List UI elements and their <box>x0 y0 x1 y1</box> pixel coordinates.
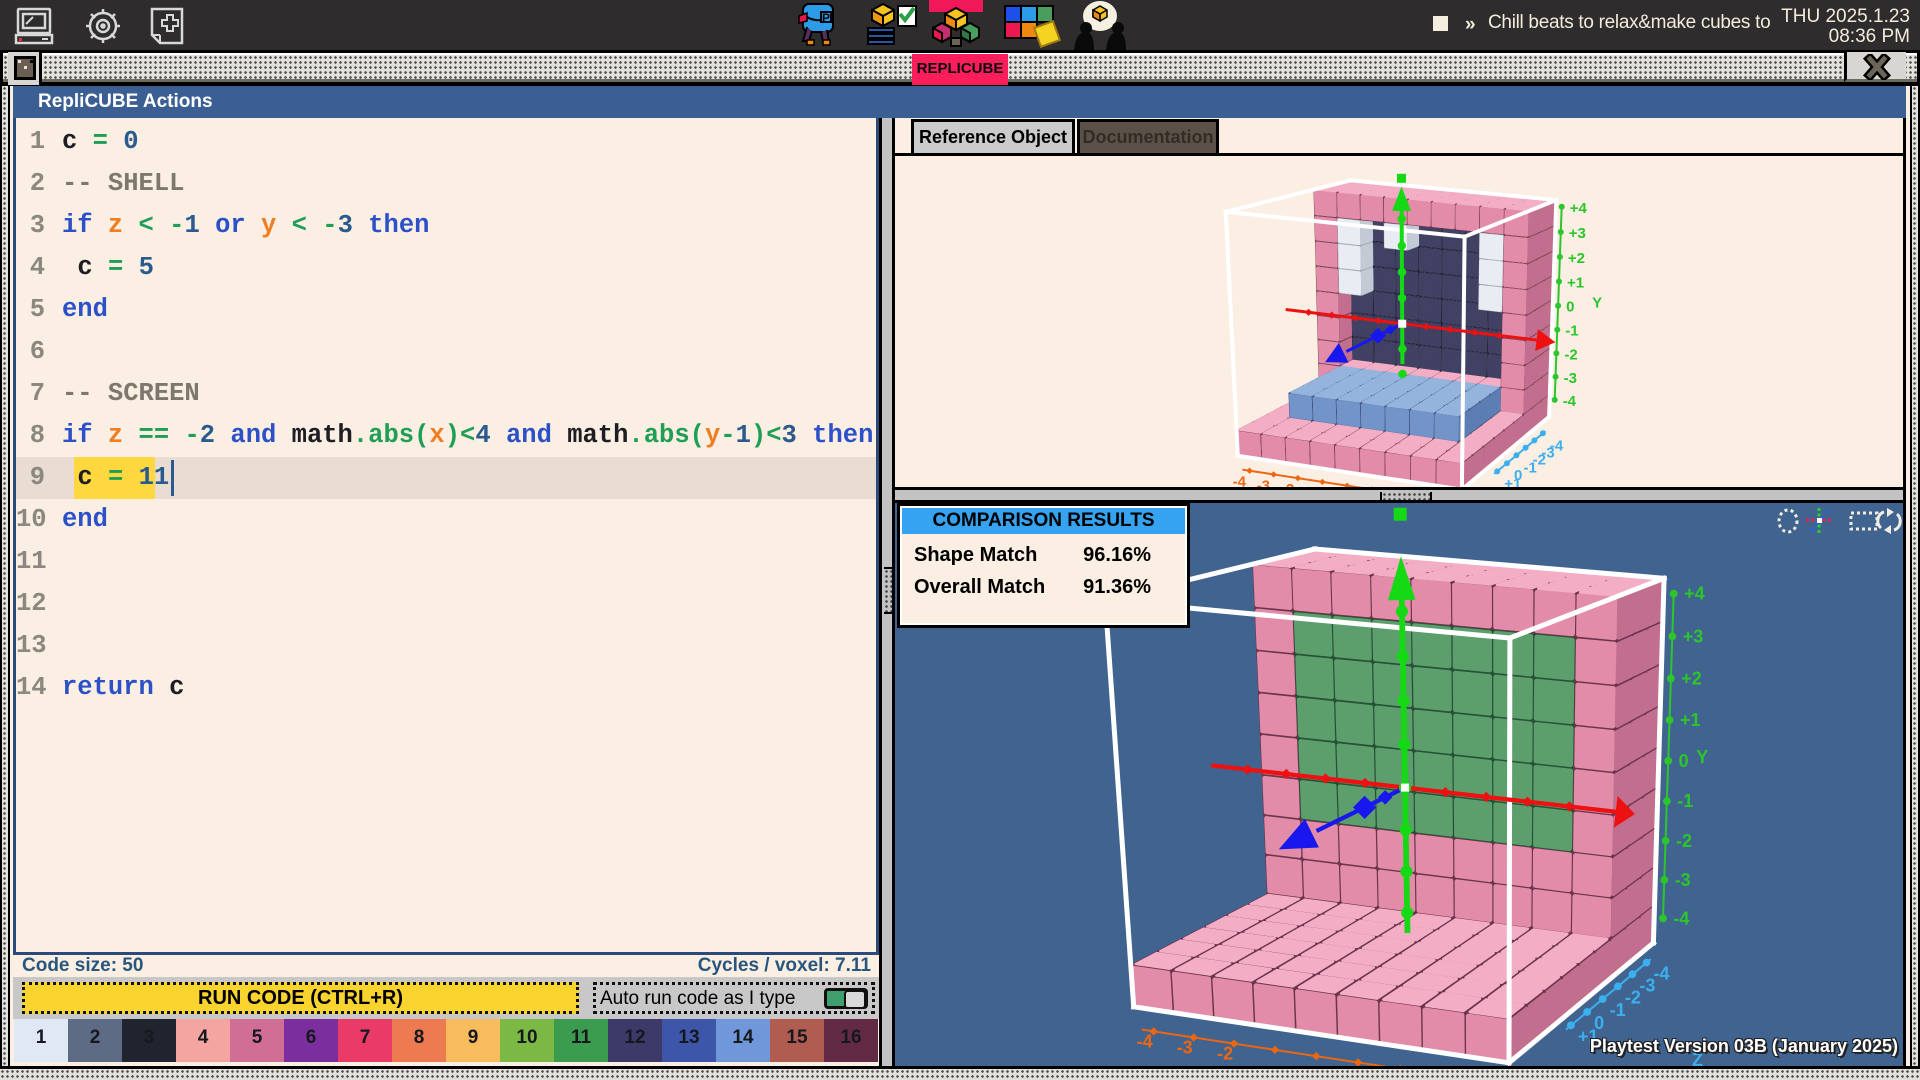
svg-text:+2: +2 <box>1568 250 1585 267</box>
svg-text:-3: -3 <box>1257 477 1270 487</box>
svg-text:-4: -4 <box>1654 964 1670 984</box>
svg-text:-1: -1 <box>1677 791 1693 811</box>
svg-text:P: P <box>822 11 830 25</box>
svg-text:+3: +3 <box>1683 626 1704 646</box>
svg-text:+2: +2 <box>1681 669 1702 689</box>
svg-text:-3: -3 <box>1675 870 1691 890</box>
svg-text:+1: +1 <box>1567 275 1584 292</box>
svg-text:-2: -2 <box>1217 1044 1233 1064</box>
svg-text:-2: -2 <box>1625 987 1641 1007</box>
svg-text:-3: -3 <box>1177 1038 1193 1058</box>
svg-text:0: 0 <box>1566 299 1574 316</box>
svg-text:0: 0 <box>1679 751 1689 771</box>
svg-text:+4: +4 <box>1684 584 1705 604</box>
svg-text:Y: Y <box>1696 747 1708 767</box>
svg-text:-3: -3 <box>1639 975 1655 995</box>
svg-text:-4: -4 <box>1137 1031 1153 1051</box>
svg-text:-4: -4 <box>1233 474 1247 487</box>
svg-text:-3: -3 <box>1564 370 1577 387</box>
svg-text:-1: -1 <box>1524 459 1537 476</box>
svg-text:-4: -4 <box>1673 908 1689 928</box>
svg-text:+1: +1 <box>1504 475 1521 487</box>
svg-text:+1: +1 <box>1680 710 1701 730</box>
svg-text:-4: -4 <box>1563 393 1577 410</box>
svg-text:-1: -1 <box>1565 323 1578 340</box>
svg-text:+4: +4 <box>1570 200 1588 217</box>
svg-text:-2: -2 <box>1564 346 1577 363</box>
svg-text:+3: +3 <box>1569 225 1586 242</box>
svg-text:Y: Y <box>1592 295 1602 312</box>
svg-text:-1: -1 <box>1610 1000 1626 1020</box>
svg-text:-2: -2 <box>1676 831 1692 851</box>
